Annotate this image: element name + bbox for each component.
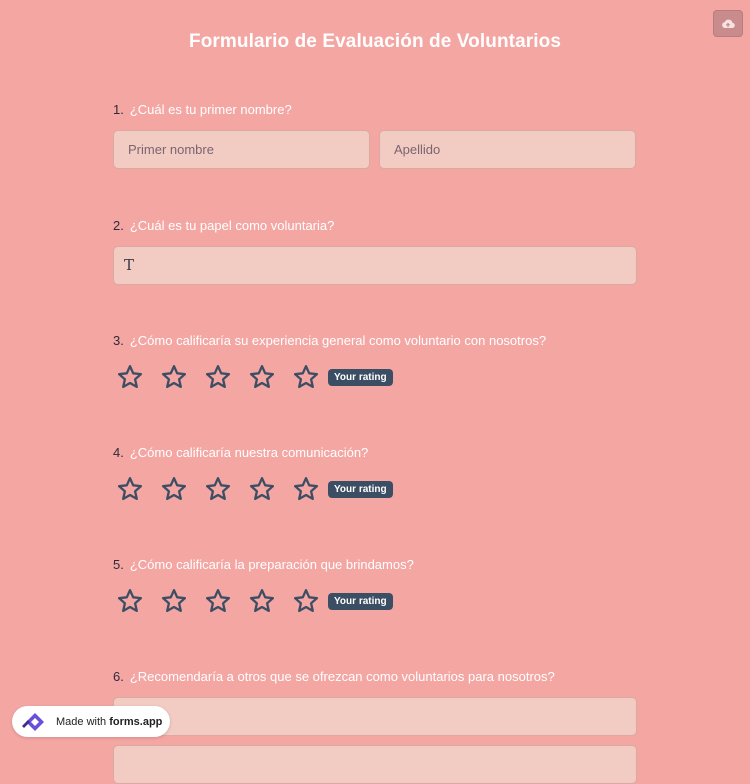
question-label: 5. ¿Cómo calificaría la preparación que b…	[113, 556, 637, 574]
question-first-name: 1. ¿Cuál es tu primer nombre?	[113, 101, 637, 169]
rating-badge: Your rating	[328, 592, 393, 610]
question-label: 6. ¿Recomendaría a otros que se ofrezcan …	[113, 668, 637, 686]
made-with-forms-app-badge[interactable]: Made with forms.app	[12, 706, 170, 737]
star-icon[interactable]	[293, 476, 319, 502]
question-recommend: 6. ¿Recomendaría a otros que se ofrezcan …	[113, 668, 637, 784]
question-number: 1.	[113, 102, 124, 117]
rating-badge: Your rating	[328, 368, 393, 386]
text-icon: T	[124, 256, 135, 274]
question-label: 1. ¿Cuál es tu primer nombre?	[113, 101, 637, 119]
last-name-input[interactable]	[379, 130, 636, 169]
star-icon[interactable]	[117, 588, 143, 614]
made-with-text: Made with forms.app	[56, 715, 163, 728]
question-text: ¿Recomendaría a otros que se ofrezcan co…	[129, 669, 555, 684]
question-number: 5.	[113, 557, 124, 572]
star-rating: Your rating	[117, 588, 637, 614]
name-row	[113, 130, 637, 169]
question-text: ¿Cómo calificaría la preparación que bri…	[129, 557, 414, 572]
question-text: ¿Cuál es tu primer nombre?	[129, 102, 292, 117]
recommend-option-no[interactable]	[113, 745, 637, 784]
star-icon[interactable]	[205, 476, 231, 502]
star-icon[interactable]	[293, 588, 319, 614]
question-number: 2.	[113, 218, 124, 233]
question-label: 3. ¿Cómo calificaría su experiencia gener…	[113, 332, 637, 350]
question-number: 6.	[113, 669, 124, 684]
forms-app-logo-icon	[22, 712, 44, 731]
star-icon[interactable]	[249, 364, 275, 390]
star-icon[interactable]	[161, 476, 187, 502]
question-text: ¿Cuál es tu papel como voluntaria?	[129, 218, 335, 233]
question-overall-experience: 3. ¿Cómo calificaría su experiencia gener…	[113, 332, 637, 390]
cloud-upload-icon	[722, 19, 735, 28]
star-icon[interactable]	[117, 364, 143, 390]
question-label: 2. ¿Cuál es tu papel como voluntaria?	[113, 217, 637, 235]
question-volunteer-role: 2. ¿Cuál es tu papel como voluntaria? T	[113, 217, 637, 285]
rating-badge: Your rating	[328, 480, 393, 498]
question-communication: 4. ¿Cómo calificaría nuestra comunicación…	[113, 444, 637, 502]
star-icon[interactable]	[117, 476, 143, 502]
star-rating: Your rating	[117, 364, 637, 390]
form-title: Formulario de Evaluación de Voluntarios	[188, 31, 561, 52]
star-icon[interactable]	[249, 476, 275, 502]
star-icon[interactable]	[161, 364, 187, 390]
question-preparation: 5. ¿Cómo calificaría la preparación que b…	[113, 556, 637, 614]
star-icon[interactable]	[161, 588, 187, 614]
star-icon[interactable]	[293, 364, 319, 390]
star-icon[interactable]	[205, 364, 231, 390]
question-text: ¿Cómo calificaría nuestra comunicación?	[129, 445, 369, 460]
star-icon[interactable]	[205, 588, 231, 614]
star-icon[interactable]	[249, 588, 275, 614]
recommend-option-yes[interactable]	[113, 697, 637, 736]
star-rating: Your rating	[117, 476, 637, 502]
role-field-wrap: T	[113, 246, 637, 285]
question-number: 4.	[113, 445, 124, 460]
question-label: 4. ¿Cómo calificaría nuestra comunicación…	[113, 444, 637, 462]
first-name-input[interactable]	[113, 130, 370, 169]
question-text: ¿Cómo calificaría su experiencia general…	[129, 333, 547, 348]
volunteer-role-input[interactable]	[113, 246, 637, 285]
question-number: 3.	[113, 333, 124, 348]
